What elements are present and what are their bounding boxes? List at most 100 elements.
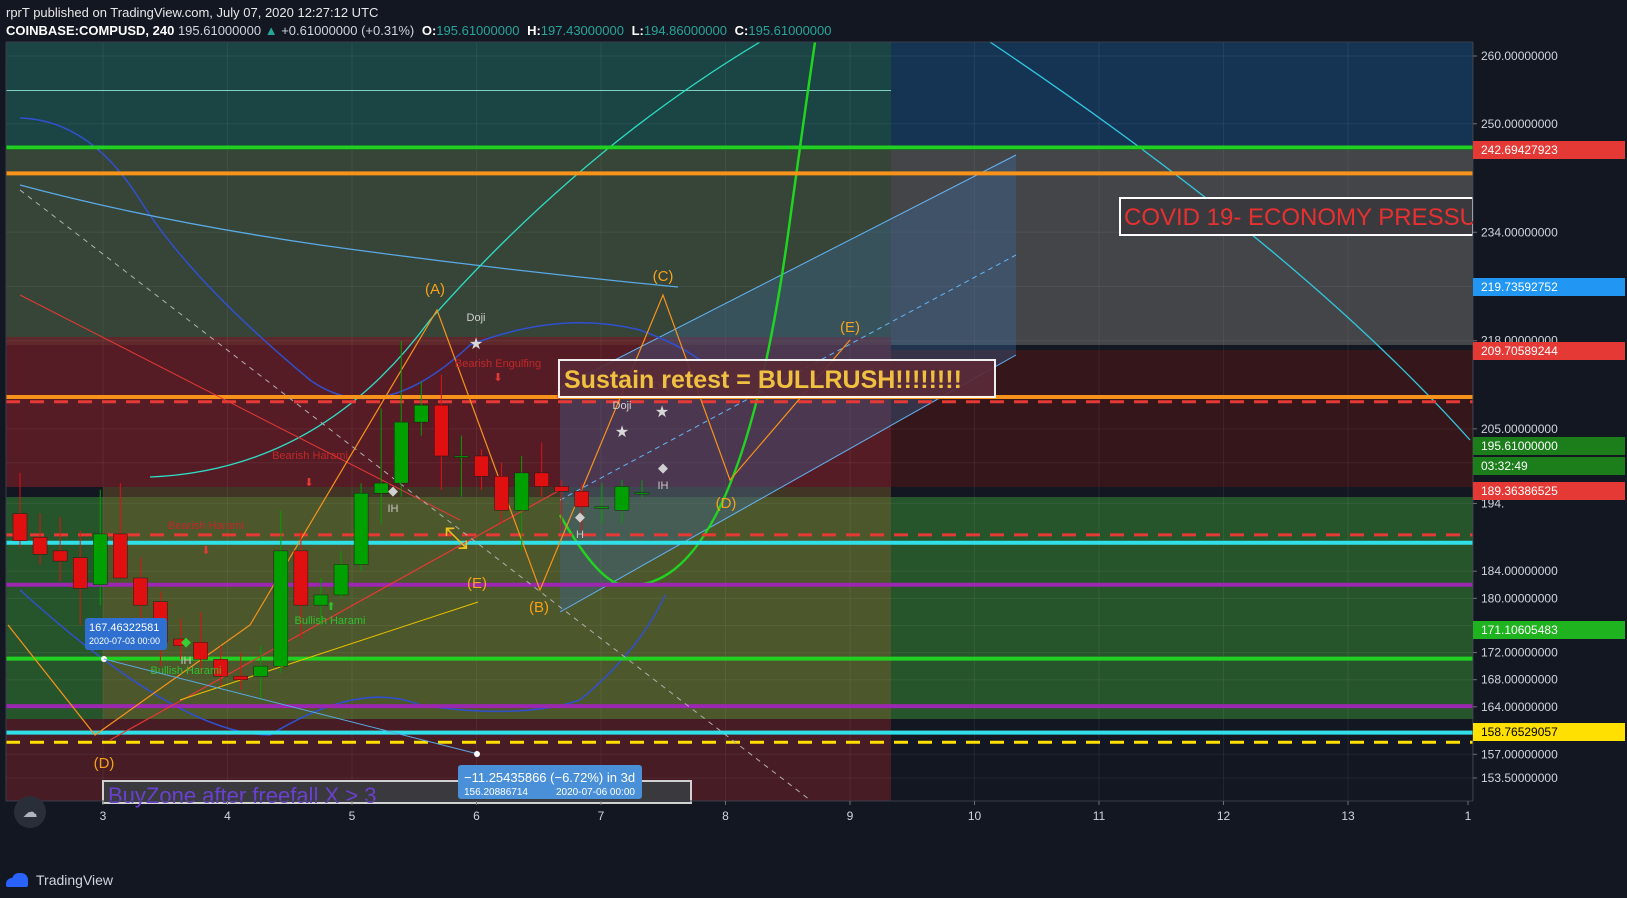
pattern-label-8: Bullish Harami <box>151 665 222 677</box>
wave-label-4: (E) <box>467 575 487 592</box>
price-tick-label-2: 234.00000000 <box>1481 225 1558 239</box>
price-chart[interactable]: (A)(B)(C)(D)(E)(D)(E)DojiDojiDojiIHIHHIH… <box>0 0 1627 898</box>
price-tag-label-4: 03:32:49 <box>1481 459 1528 473</box>
price-tag-label-7: 158.76529057 <box>1481 725 1558 739</box>
candle-body-4 <box>93 533 108 585</box>
pattern-label-7: Bullish Harami <box>295 615 366 627</box>
price-tag-label-6: 171.10605483 <box>1481 623 1558 637</box>
candle-body-30 <box>614 486 630 511</box>
thin-top-line <box>6 90 891 91</box>
low-label: L: <box>631 23 644 38</box>
price-tick-label-5: 205.00000000 <box>1481 422 1558 436</box>
price-tick-label-12: 168.00000000 <box>1481 673 1558 687</box>
wave-label-1: (B) <box>529 599 549 616</box>
low-value: 194.86000000 <box>643 23 728 38</box>
price-tag-label-0: 242.69427923 <box>1481 143 1558 157</box>
diamond-marker-icon-0: ◆ <box>388 483 398 498</box>
publish-info: rprT published on TradingView.com, July … <box>6 5 379 20</box>
price-tag-label-2: 209.70589244 <box>1481 344 1558 358</box>
pattern-label-0: Doji <box>467 312 486 324</box>
candle-body-27 <box>554 486 569 492</box>
time-tick-label-3: 6 <box>473 809 480 823</box>
cloud-icon: ☁ <box>22 804 38 821</box>
measure-callout-price: 156.20886714 <box>464 787 528 798</box>
time-tick-label-4: 7 <box>598 809 605 823</box>
candle-body-12 <box>253 665 268 677</box>
bear-arrow-icon-2: ⬇ <box>201 545 210 557</box>
wave-label-0: (A) <box>425 281 445 298</box>
time-tick-label-0: 3 <box>100 809 107 823</box>
bull-arrow-icon: ⬆ <box>326 601 335 613</box>
hide-drawings-button[interactable]: ☁ <box>14 796 46 828</box>
time-tick-label-2: 5 <box>349 809 356 823</box>
candle-body-18 <box>373 482 389 494</box>
candle-body-17 <box>353 493 369 565</box>
candle-body-19 <box>394 421 409 484</box>
high-label: H: <box>527 23 541 38</box>
candle-body-31 <box>634 492 650 495</box>
pattern-label-5: H <box>576 529 584 541</box>
pattern-label-10: Bearish Harami <box>168 520 244 532</box>
symbol-info: COINBASE:COMPUSD, 240 195.61000000 ▲ +0.… <box>6 22 1566 40</box>
time-tick-label-9: 12 <box>1217 809 1231 823</box>
change-up-icon: ▲ <box>264 23 278 38</box>
candle-body-21 <box>434 404 449 457</box>
measure-callout-date: 2020-07-06 00:00 <box>556 787 635 798</box>
price-tick-label-15: 157.00000000 <box>1481 747 1558 761</box>
wave-label-6: (E) <box>840 319 860 336</box>
pattern-label-11: Bearish Engulfing <box>455 358 541 370</box>
price-tag-label-5: 189.36386525 <box>1481 484 1558 498</box>
bullrush-banner-text: Sustain retest = BULLRUSH!!!!!!!! <box>564 366 962 394</box>
candle-body-14 <box>293 550 309 606</box>
price-callout-value: 167.46322581 <box>89 622 159 634</box>
candle-body-23 <box>474 455 489 477</box>
last-price: 195.61000000 <box>177 23 262 38</box>
candle-body-3 <box>72 557 88 589</box>
price-tick-label-0: 260.00000000 <box>1481 49 1558 63</box>
candle-body-6 <box>133 577 148 606</box>
diamond-marker-icon-1: ◆ <box>658 460 668 475</box>
doji-star-icon-0: ★ <box>469 336 483 353</box>
candle-body-0 <box>12 513 28 541</box>
time-tick-label-10: 13 <box>1341 809 1355 823</box>
candle-body-25 <box>514 472 529 511</box>
candle-body-20 <box>414 404 429 423</box>
candle-body-5 <box>113 533 128 579</box>
covid-banner-text: COVID 19- ECONOMY PRESSU <box>1124 204 1477 231</box>
time-tick-label-11: 1 <box>1465 809 1472 823</box>
price-tag-label-1: 219.73592752 <box>1481 280 1558 294</box>
price-tick-label-1: 250.00000000 <box>1481 117 1558 131</box>
price-tick-label-11: 172.00000000 <box>1481 646 1558 660</box>
candle-body-13 <box>273 550 289 667</box>
time-tick-label-5: 8 <box>722 809 729 823</box>
open-label: O: <box>421 23 437 38</box>
symbol-name[interactable]: COINBASE:COMPUSD, 240 <box>6 23 174 38</box>
chart-header: rprT published on TradingView.com, July … <box>6 4 1566 40</box>
bear-arrow-icon-1: ⬇ <box>304 477 313 489</box>
pattern-label-3: IH <box>388 503 399 515</box>
candle-body-28 <box>574 491 590 508</box>
buyzone-banner-text: BuyZone after freefall X > 3 <box>108 783 376 808</box>
doji-star-icon-2: ★ <box>655 404 669 421</box>
tradingview-cloud-icon <box>6 873 30 887</box>
price-tick-label-13: 164.00000000 <box>1481 700 1558 714</box>
wave-label-5: (D) <box>716 495 737 512</box>
candle-body-11 <box>233 676 248 680</box>
time-tick-label-1: 4 <box>224 809 231 823</box>
candle-body-29 <box>594 506 610 509</box>
pattern-label-9: Bearish Harami <box>272 450 348 462</box>
tradingview-brand: TradingView <box>36 872 114 888</box>
doji-star-icon-1: ★ <box>615 424 629 441</box>
price-tick-label-16: 153.50000000 <box>1481 771 1558 785</box>
candle-body-2 <box>52 550 68 562</box>
wave-label-2: (C) <box>653 268 674 285</box>
open-value: 195.61000000 <box>436 23 520 38</box>
tradingview-logo[interactable]: TradingView <box>6 872 113 888</box>
squeeze-arrows-icon: ⤡ <box>444 522 468 555</box>
price-tick-label-8: 184.00000000 <box>1481 564 1558 578</box>
close-value: 195.61000000 <box>748 23 832 38</box>
wave-label-3: (D) <box>94 755 115 772</box>
pattern-label-1: Doji <box>613 400 632 412</box>
measure-anchor-dot <box>474 751 480 757</box>
high-value: 197.43000000 <box>540 23 624 38</box>
